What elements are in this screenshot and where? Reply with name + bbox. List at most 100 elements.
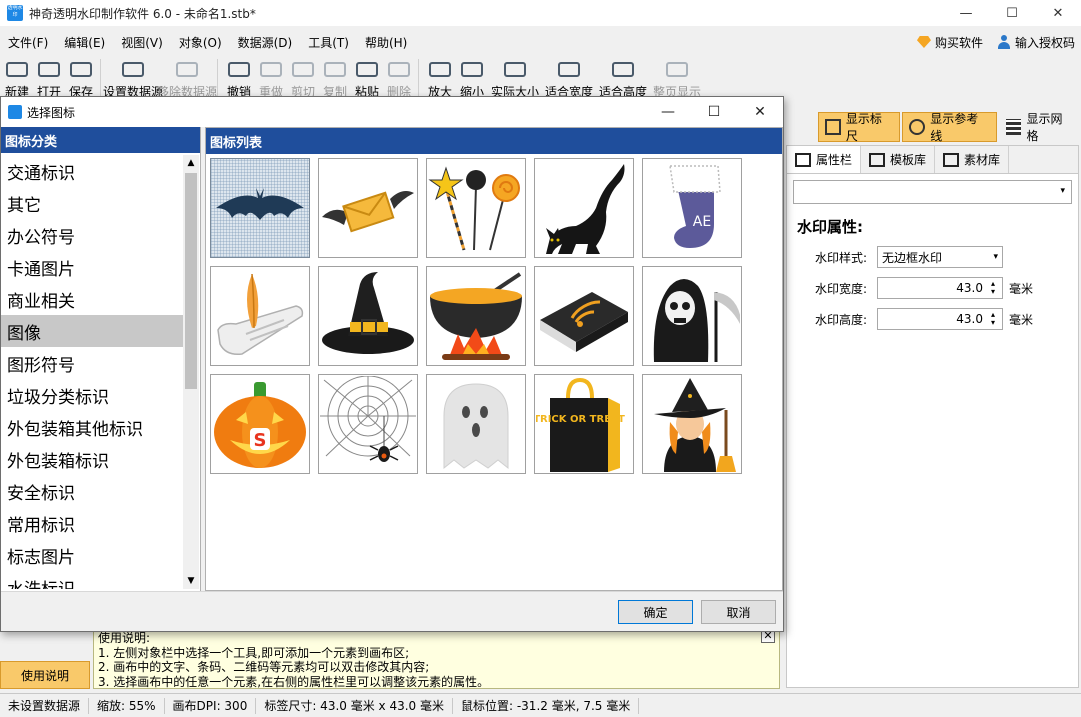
- menu-edit[interactable]: 编辑(E): [56, 34, 113, 51]
- guides-icon: [909, 119, 926, 135]
- category-item[interactable]: 安全标识: [1, 475, 183, 507]
- redo-button[interactable]: 重做: [256, 56, 286, 100]
- buy-software-link[interactable]: 购买软件: [916, 34, 983, 51]
- scroll-up-icon[interactable]: ▲: [183, 155, 199, 171]
- black-cat-icon: [546, 164, 625, 254]
- trash-icon: [388, 62, 410, 77]
- toolbar-separator: [100, 59, 101, 97]
- icon-tile[interactable]: [534, 158, 634, 258]
- set-datasource-button[interactable]: 设置数据源: [103, 56, 163, 100]
- category-item[interactable]: 水洗标识: [1, 571, 183, 590]
- save-button[interactable]: 保存: [66, 56, 96, 100]
- scissors-icon: [292, 62, 314, 77]
- remove-datasource-button[interactable]: 移除数据源: [157, 56, 217, 100]
- dialog-titlebar: 选择图标 — ☐ ✕: [1, 97, 783, 127]
- category-item[interactable]: 交通标识: [1, 155, 183, 187]
- cancel-button[interactable]: 取消: [701, 600, 776, 624]
- icon-panel: 图标列表 AE S TRICK OR TREAT: [205, 127, 783, 591]
- properties-panel: 属性栏 模板库 素材库 ▾ 水印属性: 水印样式: 无边框水印 ▾ 水印宽度: 4…: [786, 145, 1079, 688]
- category-scrollbar[interactable]: ▲ ▼: [183, 155, 199, 589]
- width-stepper[interactable]: 43.0 ▴ ▾: [877, 277, 1003, 299]
- fit-width-icon: [558, 62, 580, 77]
- scroll-down-icon[interactable]: ▼: [183, 573, 199, 589]
- cut-button[interactable]: 剪切: [288, 56, 318, 100]
- icon-tile[interactable]: S: [210, 374, 310, 474]
- spinner-icon: ▴ ▾: [990, 279, 995, 296]
- statusbar: 未设置数据源 缩放: 55% 画布DPI: 300 标签尺寸: 43.0 毫米 …: [0, 693, 1081, 717]
- category-item[interactable]: 外包装箱标识: [1, 443, 183, 475]
- menu-file[interactable]: 文件(F): [0, 34, 56, 51]
- icon-tile[interactable]: [642, 374, 742, 474]
- ok-button[interactable]: 确定: [618, 600, 693, 624]
- icon-tile[interactable]: AE: [642, 158, 742, 258]
- height-stepper[interactable]: 43.0 ▴ ▾: [877, 308, 1003, 330]
- icon-tile[interactable]: [210, 266, 310, 366]
- icon-tile[interactable]: [534, 266, 634, 366]
- scroll-thumb[interactable]: [185, 173, 197, 389]
- category-item[interactable]: 垃圾分类标识: [1, 379, 183, 411]
- icon-tile[interactable]: [426, 158, 526, 258]
- open-button[interactable]: 打开: [34, 56, 64, 100]
- dialog-maximize-button[interactable]: ☐: [691, 97, 737, 127]
- new-button[interactable]: 新建: [2, 56, 32, 100]
- tab-properties[interactable]: 属性栏: [787, 146, 862, 173]
- instructions-box: 使用说明: 1. 左侧对象栏中选择一个工具,即可添加一个元素到画布区; 2. 画…: [93, 628, 780, 689]
- undo-button[interactable]: 撤销: [224, 56, 254, 100]
- zoom-out-button[interactable]: 缩小: [457, 56, 487, 100]
- paste-button[interactable]: 粘贴: [352, 56, 382, 100]
- user-icon: [997, 35, 1011, 49]
- spinner-icon: ▴ ▾: [990, 310, 995, 327]
- style-select[interactable]: 无边框水印 ▾: [877, 246, 1003, 268]
- delete-button[interactable]: 删除: [384, 56, 414, 100]
- icon-tile[interactable]: [210, 158, 310, 258]
- menu-help[interactable]: 帮助(H): [357, 34, 415, 51]
- license-link[interactable]: 输入授权码: [997, 34, 1075, 51]
- minimize-button[interactable]: —: [943, 0, 989, 26]
- icon-tile[interactable]: [642, 266, 742, 366]
- category-item[interactable]: 外包装箱其他标识: [1, 411, 183, 443]
- grid-icon: [1005, 119, 1022, 135]
- tab-materials[interactable]: 素材库: [935, 146, 1010, 173]
- dialog-footer: 确定 取消: [1, 591, 783, 631]
- dialog-minimize-button[interactable]: —: [645, 97, 691, 127]
- dialog-close-button[interactable]: ✕: [737, 97, 783, 127]
- icon-tile[interactable]: [426, 266, 526, 366]
- height-unit: 毫米: [1009, 312, 1034, 327]
- template-icon: [869, 152, 886, 167]
- show-guides-toggle[interactable]: 显示参考线: [902, 112, 997, 143]
- zoom-in-button[interactable]: 放大: [425, 56, 455, 100]
- icon-tile[interactable]: [426, 374, 526, 474]
- show-grid-toggle[interactable]: 显示网格: [999, 112, 1081, 143]
- witch-hat-icon: [322, 272, 414, 354]
- category-item[interactable]: 办公符号: [1, 219, 183, 251]
- candy-wands-icon: [428, 166, 520, 251]
- category-item[interactable]: 卡通图片: [1, 251, 183, 283]
- fit-width-button[interactable]: 适合宽度: [543, 56, 595, 100]
- icon-tile[interactable]: [318, 374, 418, 474]
- tab-templates[interactable]: 模板库: [861, 146, 936, 173]
- category-item[interactable]: 常用标识: [1, 507, 183, 539]
- category-item[interactable]: 标志图片: [1, 539, 183, 571]
- icon-tile[interactable]: [318, 266, 418, 366]
- menu-datasource[interactable]: 数据源(D): [230, 34, 301, 51]
- icon-tile[interactable]: [318, 158, 418, 258]
- category-item[interactable]: 其它: [1, 187, 183, 219]
- menu-view[interactable]: 视图(V): [113, 34, 171, 51]
- fit-page-button[interactable]: 整页显示: [651, 56, 703, 100]
- show-ruler-toggle[interactable]: 显示标尺: [818, 112, 901, 143]
- fit-height-button[interactable]: 适合高度: [597, 56, 649, 100]
- menu-object[interactable]: 对象(O): [171, 34, 230, 51]
- actual-size-button[interactable]: 实际大小: [489, 56, 541, 100]
- maximize-button[interactable]: ☐: [989, 0, 1035, 26]
- category-item[interactable]: 图像: [1, 315, 183, 347]
- object-selector[interactable]: ▾: [793, 180, 1072, 204]
- icon-tile[interactable]: TRICK OR TREAT: [534, 374, 634, 474]
- category-item[interactable]: 图形符号: [1, 347, 183, 379]
- instructions-button[interactable]: 使用说明: [0, 661, 90, 689]
- close-button[interactable]: ✕: [1035, 0, 1081, 26]
- menu-tools[interactable]: 工具(T): [300, 34, 357, 51]
- category-item[interactable]: 商业相关: [1, 283, 183, 315]
- copy-button[interactable]: 复制: [320, 56, 350, 100]
- redo-icon: [260, 62, 282, 77]
- zoom-in-icon: [429, 62, 451, 77]
